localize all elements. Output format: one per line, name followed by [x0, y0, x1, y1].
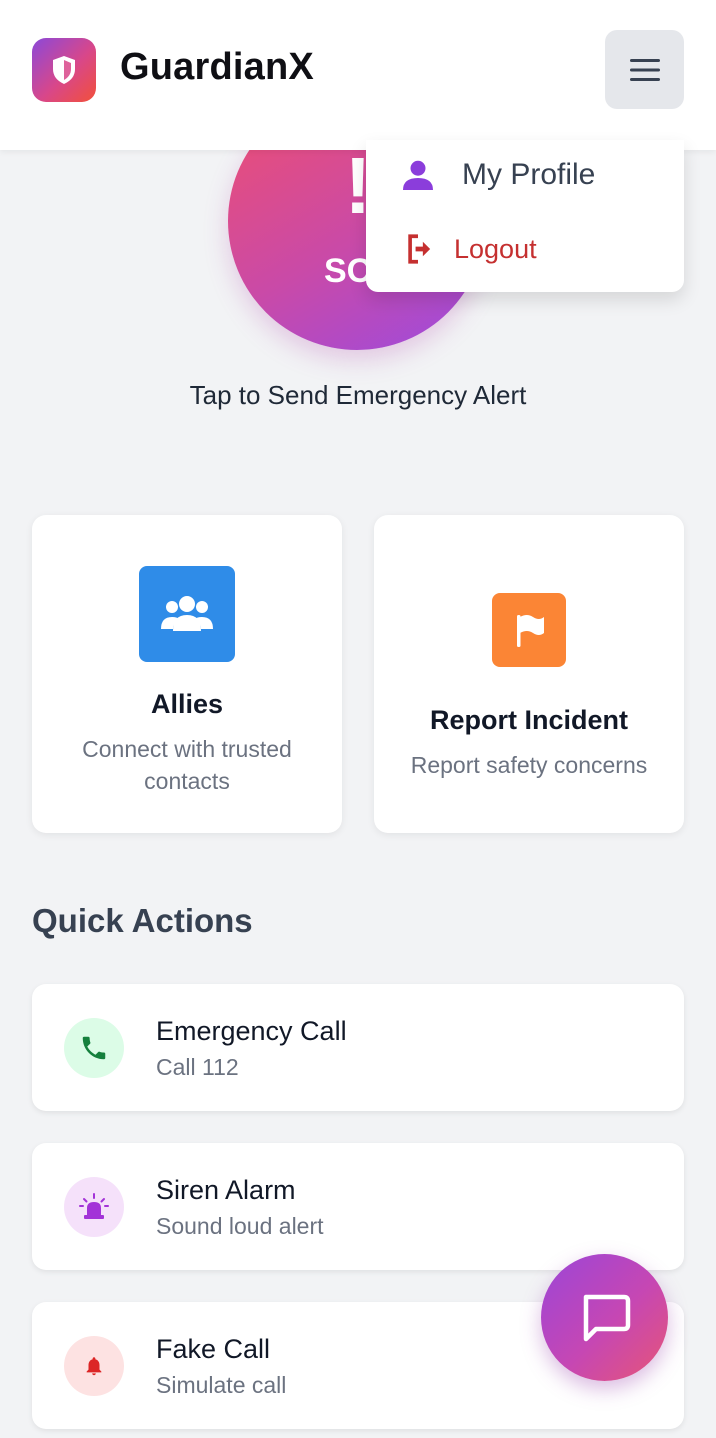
menu-item-logout[interactable]: Logout [366, 218, 684, 280]
quick-action-siren-alarm[interactable]: Siren Alarm Sound loud alert [32, 1143, 684, 1270]
phone-icon [64, 1018, 124, 1078]
user-icon [398, 155, 438, 195]
card-title: Report Incident [429, 705, 628, 735]
app-header: GuardianX [0, 0, 716, 150]
card-title: Allies [150, 689, 224, 719]
card-subtitle: Report safety concerns [410, 752, 648, 778]
logout-icon [398, 229, 438, 269]
quick-action-subtitle: Call 112 [156, 1054, 239, 1080]
quick-action-title: Emergency Call [156, 1016, 347, 1046]
bell-icon [64, 1336, 124, 1396]
user-dropdown-menu: My Profile Logout [366, 140, 684, 292]
card-report-incident[interactable]: Report Incident Report safety concerns [374, 515, 684, 833]
card-allies[interactable]: Allies Connect with trusted contacts [32, 515, 342, 833]
menu-button[interactable] [605, 30, 684, 109]
quick-action-title: Siren Alarm [156, 1175, 296, 1205]
card-subtitle: Connect with trusted contacts [82, 736, 292, 794]
app-logo [32, 38, 96, 102]
chat-bubble-icon [583, 1294, 630, 1341]
menu-item-label: My Profile [462, 158, 596, 191]
chat-button[interactable] [541, 1254, 668, 1381]
menu-item-label: Logout [454, 233, 537, 264]
quick-action-subtitle: Sound loud alert [156, 1213, 324, 1239]
flag-icon [492, 593, 566, 667]
quick-action-title: Fake Call [156, 1334, 271, 1364]
quick-actions-heading: Quick Actions [32, 902, 253, 939]
sos-caption: Tap to Send Emergency Alert [189, 380, 527, 410]
users-group-icon [139, 566, 235, 662]
quick-action-subtitle: Simulate call [156, 1372, 287, 1398]
siren-icon [64, 1177, 124, 1237]
shield-icon [53, 56, 75, 84]
quick-action-emergency-call[interactable]: Emergency Call Call 112 [32, 984, 684, 1111]
hamburger-menu-icon [629, 58, 660, 81]
app-title: GuardianX [120, 46, 314, 88]
menu-item-my-profile[interactable]: My Profile [366, 144, 684, 206]
